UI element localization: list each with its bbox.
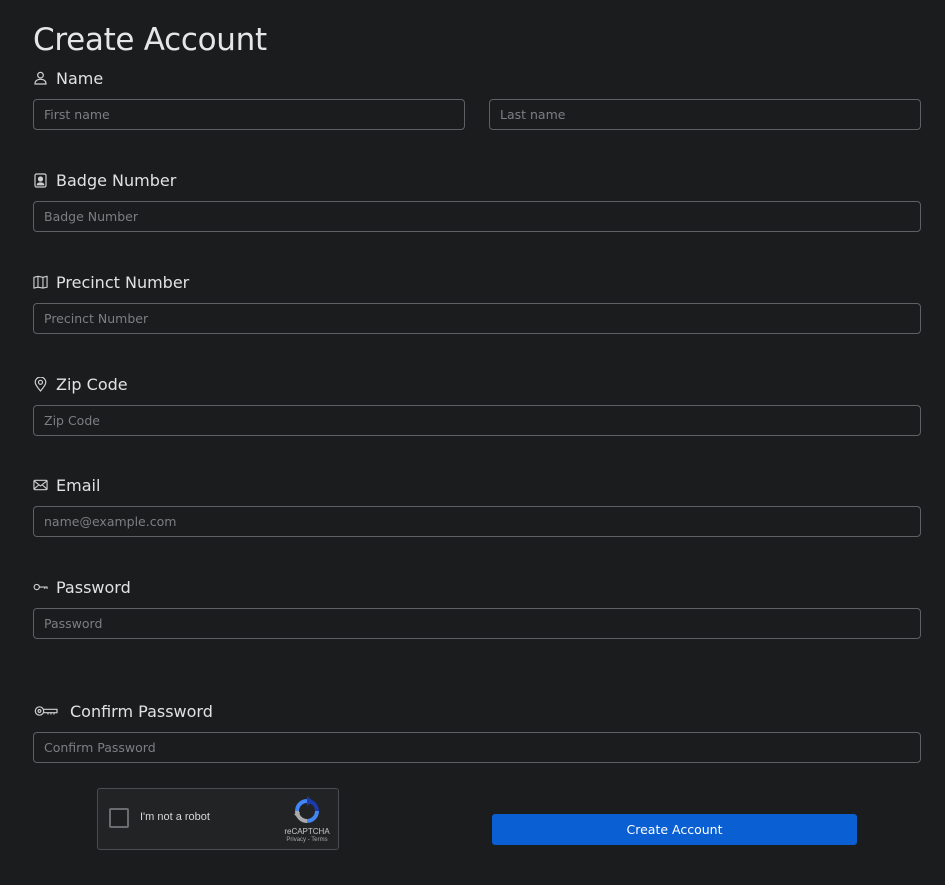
email-label-text: Email bbox=[56, 475, 101, 495]
key-icon bbox=[33, 703, 58, 719]
badge-label-text: Badge Number bbox=[56, 170, 177, 190]
last-name-input[interactable] bbox=[489, 99, 921, 130]
key-icon bbox=[33, 579, 48, 595]
confirm-password-label: Confirm Password bbox=[33, 700, 213, 722]
precinct-label-text: Precinct Number bbox=[56, 272, 190, 292]
recaptcha-logo-icon bbox=[292, 796, 322, 826]
precinct-label: Precinct Number bbox=[33, 271, 189, 293]
precinct-number-input[interactable] bbox=[33, 303, 921, 334]
name-label: Name bbox=[33, 67, 103, 89]
first-name-input[interactable] bbox=[33, 99, 465, 130]
zip-label-text: Zip Code bbox=[56, 374, 128, 394]
envelope-icon bbox=[33, 477, 48, 493]
confirm-password-input[interactable] bbox=[33, 732, 921, 763]
recaptcha-widget: I'm not a robot reCAPTCHA Privacy - Term… bbox=[97, 788, 339, 850]
badge-icon bbox=[33, 172, 48, 188]
password-input[interactable] bbox=[33, 608, 921, 639]
recaptcha-privacy-terms-link[interactable]: Privacy - Terms bbox=[278, 837, 336, 843]
map-icon bbox=[33, 274, 48, 290]
email-input[interactable] bbox=[33, 506, 921, 537]
confirm-password-label-text: Confirm Password bbox=[70, 701, 213, 721]
zip-code-input[interactable] bbox=[33, 405, 921, 436]
name-label-text: Name bbox=[56, 68, 104, 88]
password-label: Password bbox=[33, 576, 131, 598]
location-pin-icon bbox=[33, 376, 48, 392]
badge-number-input[interactable] bbox=[33, 201, 921, 232]
page-title: Create Account bbox=[33, 21, 267, 58]
recaptcha-label: I'm not a robot bbox=[140, 811, 210, 823]
person-icon bbox=[33, 70, 48, 86]
password-label-text: Password bbox=[56, 577, 131, 597]
badge-label: Badge Number bbox=[33, 169, 176, 191]
zip-label: Zip Code bbox=[33, 373, 128, 395]
recaptcha-checkbox[interactable] bbox=[109, 808, 129, 828]
email-label: Email bbox=[33, 474, 100, 496]
create-account-button[interactable]: Create Account bbox=[492, 814, 857, 845]
recaptcha-brand: reCAPTCHA bbox=[284, 827, 330, 836]
